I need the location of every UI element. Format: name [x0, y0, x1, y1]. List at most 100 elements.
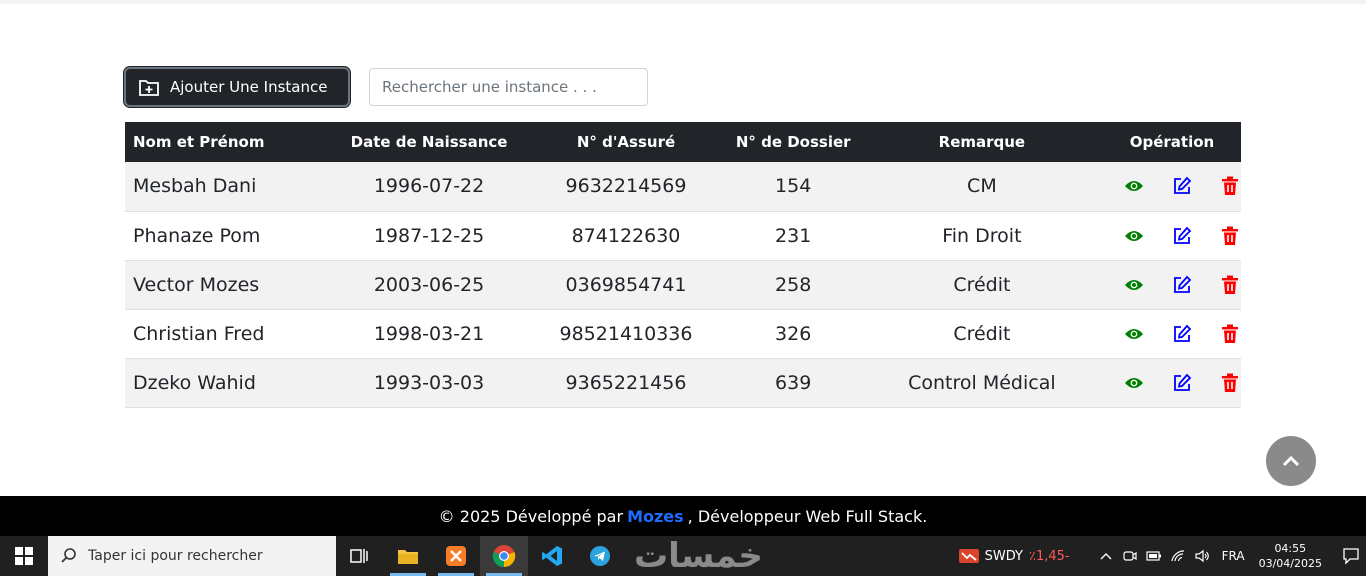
windows-logo-icon: [15, 547, 33, 565]
stock-symbol: SWDY: [984, 548, 1023, 564]
taskbar-file-explorer[interactable]: [384, 536, 432, 576]
cell-remark: Fin Droit: [942, 224, 1022, 247]
cell-remark: Crédit: [953, 273, 1011, 296]
trash-icon[interactable]: [1219, 274, 1241, 296]
table-row: Vector Mozes 2003-06-25 0369854741 258 Crédi…: [125, 260, 1241, 309]
windows-taskbar: Taper ici pour rechercher خمسات SWDY ٪1,…: [0, 536, 1366, 576]
top-strip: [0, 0, 1366, 4]
cell-file: 326: [775, 322, 812, 345]
chevron-up-tray-icon[interactable]: [1094, 536, 1118, 576]
cell-file: 639: [775, 371, 812, 394]
cell-insured: 9632214569: [565, 175, 687, 198]
notification-icon: [1343, 548, 1359, 565]
header-remark: Remarque: [938, 133, 1026, 151]
eye-icon[interactable]: [1123, 225, 1145, 247]
table-row: Christian Fred 1998-03-21 98521410336 326 Cr…: [125, 309, 1241, 358]
table-header-row: Nom et Prénom Date de Naissance N° d'Ass…: [125, 122, 1241, 162]
edit-icon[interactable]: [1171, 225, 1193, 247]
cell-name: Christian Fred: [133, 322, 265, 345]
cell-dob: 1996-07-22: [373, 175, 485, 198]
edit-icon[interactable]: [1171, 175, 1193, 197]
cell-operations: [1103, 358, 1241, 407]
cell-insured: 98521410336: [559, 322, 693, 345]
scroll-to-top-button[interactable]: [1266, 436, 1316, 486]
footer-prefix: © 2025 Développé par: [438, 506, 624, 526]
cell-operations: [1103, 211, 1241, 260]
cell-operations: [1103, 309, 1241, 358]
cell-name: Vector Mozes: [133, 273, 260, 296]
eye-icon[interactable]: [1123, 372, 1145, 394]
taskbar-clock[interactable]: 04:55 03/04/2025: [1259, 541, 1322, 571]
wifi-icon[interactable]: [1166, 536, 1190, 576]
cell-file: 258: [775, 273, 812, 296]
cell-dob: 2003-06-25: [373, 273, 485, 296]
cell-name: Mesbah Dani: [133, 175, 257, 198]
add-instance-button[interactable]: Ajouter Une Instance: [124, 67, 350, 107]
stock-down-icon: [958, 549, 979, 563]
notification-button[interactable]: [1336, 547, 1366, 565]
telegram-icon: [590, 546, 610, 566]
trash-icon[interactable]: [1219, 372, 1241, 394]
cell-dob: 1998-03-21: [373, 322, 485, 345]
cell-dob: 1987-12-25: [373, 224, 485, 247]
clock-date: 03/04/2025: [1258, 557, 1322, 570]
start-button[interactable]: [0, 536, 48, 576]
stock-widget[interactable]: SWDY ٪1,45-: [958, 548, 1070, 564]
task-view-button[interactable]: [336, 536, 384, 576]
header-operation: Opération: [1129, 133, 1215, 151]
chrome-icon: [492, 545, 516, 568]
taskbar-chrome[interactable]: [480, 536, 528, 576]
folder-plus-icon: [138, 76, 160, 98]
footer-author-link[interactable]: Mozes: [627, 507, 684, 526]
edit-icon[interactable]: [1171, 274, 1193, 296]
footer-suffix: , Développeur Web Full Stack.: [687, 506, 928, 526]
battery-icon[interactable]: [1142, 536, 1166, 576]
cell-remark: Control Médical: [908, 371, 1056, 394]
taskbar-vscode[interactable]: [528, 536, 576, 576]
cell-file: 154: [775, 175, 812, 198]
eye-icon[interactable]: [1123, 274, 1145, 296]
cell-name: Phanaze Pom: [133, 224, 261, 247]
cell-remark: CM: [967, 175, 997, 198]
add-instance-label: Ajouter Une Instance: [170, 78, 328, 96]
trash-icon[interactable]: [1219, 175, 1241, 197]
taskbar-search-placeholder: Taper ici pour rechercher: [88, 548, 263, 564]
trash-icon[interactable]: [1219, 225, 1241, 247]
search-icon: [60, 547, 78, 565]
trash-icon[interactable]: [1219, 323, 1241, 345]
folder-icon: [398, 550, 418, 564]
cell-dob: 1993-03-03: [373, 371, 485, 394]
watermark-logo: خمسات: [634, 536, 763, 576]
edit-icon[interactable]: [1171, 323, 1193, 345]
cell-insured: 9365221456: [565, 371, 687, 394]
cell-remark: Crédit: [953, 322, 1011, 345]
vscode-icon: [542, 546, 562, 566]
page-footer: © 2025 Développé par Mozes , Développeur…: [0, 496, 1366, 536]
taskbar-xampp[interactable]: [432, 536, 480, 576]
task-view-icon: [350, 549, 368, 563]
meet-now-icon[interactable]: [1118, 536, 1142, 576]
volume-icon[interactable]: [1190, 536, 1214, 576]
taskbar-search-box[interactable]: Taper ici pour rechercher: [48, 536, 336, 576]
eye-icon[interactable]: [1123, 323, 1145, 345]
taskbar-telegram[interactable]: [576, 536, 624, 576]
cell-insured: 0369854741: [565, 273, 687, 296]
search-input[interactable]: [369, 68, 648, 106]
cell-insured: 874122630: [571, 224, 681, 247]
stock-change: ٪1,45-: [1029, 548, 1070, 564]
clock-time: 04:55: [1274, 542, 1307, 555]
table-row: Mesbah Dani 1996-07-22 9632214569 154 CM: [125, 162, 1241, 211]
edit-icon[interactable]: [1171, 372, 1193, 394]
xampp-icon: [446, 546, 466, 566]
table-row: Dzeko Wahid 1993-03-03 9365221456 639 Contro…: [125, 358, 1241, 407]
language-indicator[interactable]: FRA: [1222, 549, 1245, 563]
eye-icon[interactable]: [1123, 175, 1145, 197]
cell-operations: [1103, 162, 1241, 211]
toolbar: Ajouter Une Instance: [124, 67, 648, 107]
cell-file: 231: [775, 224, 812, 247]
cell-name: Dzeko Wahid: [133, 371, 256, 394]
table-row: Phanaze Pom 1987-12-25 874122630 231 Fin Dro…: [125, 211, 1241, 260]
chevron-up-icon: [1282, 455, 1300, 467]
header-dob: Date de Naissance: [350, 133, 508, 151]
instances-table: Nom et Prénom Date de Naissance N° d'Ass…: [125, 122, 1241, 408]
